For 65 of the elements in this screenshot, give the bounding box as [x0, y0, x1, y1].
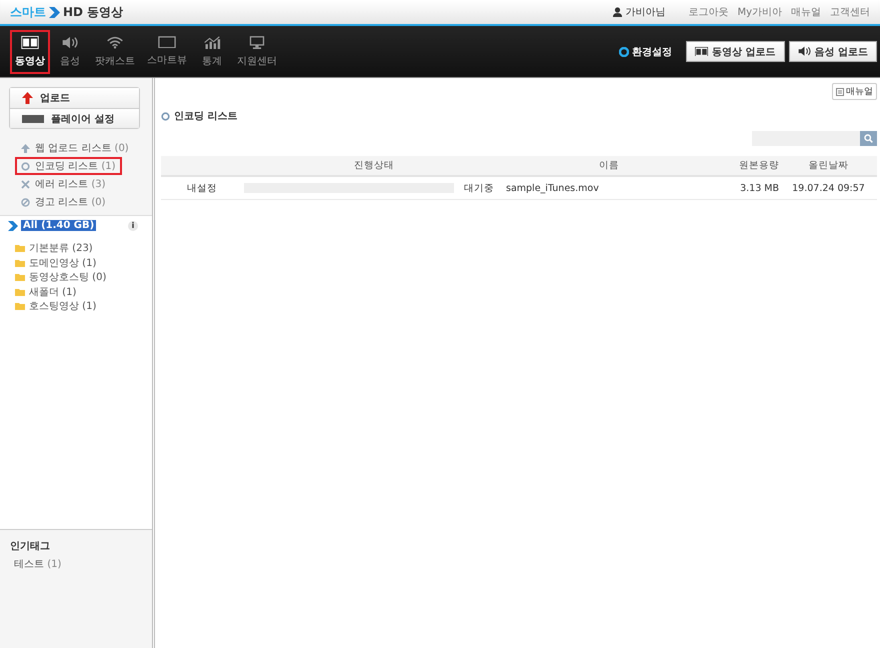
x-icon	[21, 180, 30, 188]
player-icon	[22, 114, 44, 122]
upload-button[interactable]: 음성 업로드	[788, 41, 877, 62]
table-cell: 내설정	[161, 176, 243, 200]
info-button[interactable]: i	[128, 220, 138, 230]
wifi-icon	[106, 36, 124, 48]
nav-tab[interactable]: 지원센터	[232, 30, 282, 74]
folder-item[interactable]: 동영상호스팅 (0)	[29, 270, 106, 284]
column-header: 이름	[505, 156, 713, 176]
folder-item[interactable]: 기본분류 (23)	[29, 241, 93, 255]
nav-tab[interactable]: 통계	[194, 30, 230, 74]
table-cell: 19.07.24 09:57	[780, 176, 877, 200]
user-icon	[613, 7, 622, 17]
settings-icon	[619, 46, 630, 56]
header-link[interactable]: 매뉴얼	[791, 5, 821, 19]
tree-item[interactable]: All (1.40 GB)	[21, 220, 96, 231]
nav-tab[interactable]: 스마트뷰	[142, 30, 192, 74]
page-title: 인코딩 리스트	[174, 110, 238, 123]
chart-icon	[203, 36, 221, 48]
folder-item[interactable]: 도메인영상 (1)	[29, 256, 96, 270]
refresh-icon	[161, 112, 170, 120]
header-link[interactable]: My가비아	[737, 5, 782, 19]
screen-icon	[158, 36, 176, 48]
search-icon	[864, 134, 873, 143]
header-link[interactable]: 로그아웃	[688, 5, 728, 19]
film-icon	[21, 36, 39, 48]
speaker-icon	[798, 46, 811, 57]
list-link[interactable]: 경고 리스트 (0)	[15, 193, 112, 211]
film-icon	[695, 46, 708, 56]
settings-link[interactable]: 환경설정	[632, 44, 672, 58]
table-cell: 대기중	[463, 176, 505, 200]
column-header: 원본용량	[713, 156, 780, 176]
column-header: 올린날짜	[780, 156, 877, 176]
sidebar-button[interactable]: 업로드	[10, 88, 139, 108]
user-name: 가비아님	[625, 6, 666, 19]
logo-text: 스마트	[10, 4, 46, 20]
speaker-icon	[61, 36, 79, 48]
logo-icon	[8, 220, 18, 230]
list-link[interactable]: 웹 업로드 리스트 (0)	[15, 139, 135, 157]
monitor-icon	[248, 36, 266, 48]
tag-link[interactable]: 테스트 (1)	[14, 557, 142, 571]
column-header: 진행상태	[243, 156, 505, 176]
search-field[interactable]	[752, 131, 860, 146]
table-cell: sample_iTunes.mov	[505, 176, 713, 200]
sidebar-button[interactable]: 플레이어 설정	[10, 108, 139, 128]
nav-tab[interactable]: 동영상	[10, 30, 50, 74]
refresh-icon	[21, 162, 30, 170]
table-cell: 3.13 MB	[713, 176, 780, 200]
upload-button[interactable]: 동영상 업로드	[686, 41, 785, 62]
manual-button[interactable]: 매뉴얼	[832, 83, 877, 100]
folder-item[interactable]: 새폴더 (1)	[29, 284, 76, 298]
header-link[interactable]: 고객센터	[830, 5, 870, 19]
list-link[interactable]: 인코딩 리스트 (1)	[15, 157, 122, 175]
nav-tab[interactable]: 음성	[52, 30, 88, 74]
document-icon	[836, 88, 844, 96]
list-link[interactable]: 에러 리스트 (3)	[15, 175, 112, 193]
up-arrow-icon	[21, 144, 30, 152]
up-arrow-icon	[22, 92, 33, 104]
nav-tab[interactable]: 팟캐스트	[90, 30, 140, 74]
logo-text: HD 동영상	[63, 4, 124, 20]
blocked-icon	[21, 198, 30, 206]
logo-icon	[49, 6, 60, 18]
tags-title: 인기태그	[10, 540, 51, 553]
search-button[interactable]	[860, 131, 877, 146]
folder-item[interactable]: 호스팅영상 (1)	[29, 299, 96, 313]
